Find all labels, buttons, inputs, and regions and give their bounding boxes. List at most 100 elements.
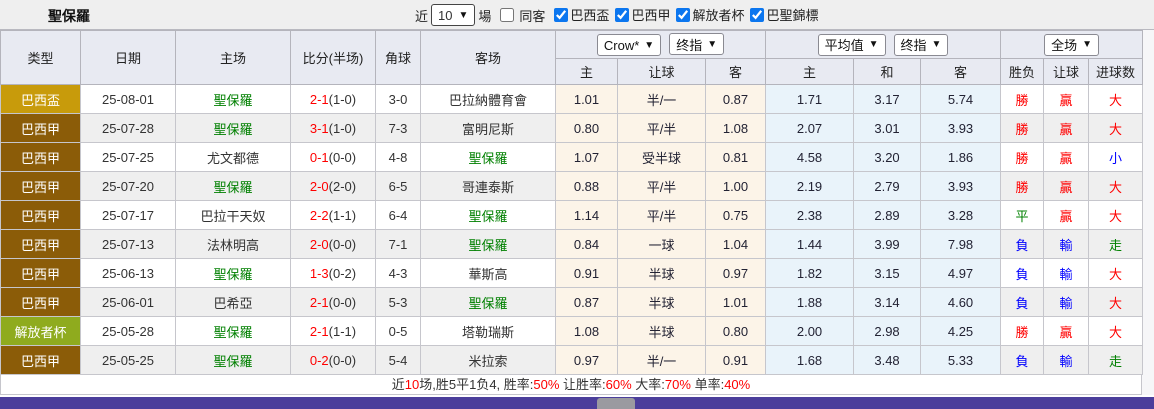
crow-odds-stage-select[interactable]: 终指 ▼: [669, 33, 725, 55]
result-handicap: 輸: [1043, 229, 1090, 259]
away-team-link[interactable]: 巴拉納體育會: [420, 84, 556, 114]
halftime-score: (0-2): [328, 265, 357, 281]
away-team-link[interactable]: 聖保羅: [420, 287, 556, 317]
chevron-down-icon: ▼: [1082, 39, 1092, 50]
away-team-link[interactable]: 米拉索: [420, 345, 556, 375]
fulltime-score: 2-1: [309, 91, 329, 107]
summary-stat-value: 40%: [724, 377, 751, 392]
chevron-down-icon: ▼: [707, 38, 718, 50]
fulltime-score: 2-0: [309, 178, 329, 194]
score-cell: 2-1(1-0): [290, 84, 376, 114]
result-handicap: 贏: [1043, 171, 1090, 201]
corner-cell: 5-3: [375, 287, 421, 317]
result-handicap: 贏: [1043, 113, 1090, 143]
halftime-score: (0-0): [328, 352, 357, 368]
fulltime-score: 2-0: [309, 236, 329, 252]
result-handicap: 贏: [1043, 316, 1090, 346]
bottom-bar-handle[interactable]: [597, 398, 635, 409]
crow-home-odds: 0.80: [555, 113, 618, 143]
score-cell: 2-2(1-1): [290, 200, 376, 230]
league-type-cell[interactable]: 巴西甲: [0, 171, 81, 201]
header-row-selects: 类型 日期 主场 比分(半场) 角球 客场 Crow* ▼ 终指 ▼ 平均值 ▼ 终指 ▼ …: [0, 30, 1144, 85]
fulltime-select[interactable]: 全场 ▼: [1044, 33, 1099, 56]
home-team-link[interactable]: 聖保羅: [175, 345, 291, 375]
fulltime-score: 0-2: [309, 352, 329, 368]
away-team-link[interactable]: 華斯高: [420, 258, 556, 288]
col-header-crow-away: 客: [704, 58, 767, 85]
home-team-link[interactable]: 聖保羅: [175, 171, 291, 201]
score-cell: 0-1(0-0): [290, 142, 376, 172]
average-select[interactable]: 平均值 ▼: [817, 33, 886, 56]
match-table: 类型 日期 主场 比分(半场) 角球 客场 Crow* ▼ 终指 ▼ 平均值 ▼ 终指 ▼ …: [0, 30, 1144, 375]
away-team-link[interactable]: 哥連泰斯: [420, 171, 556, 201]
score-cell: 2-0(0-0): [290, 229, 376, 259]
league-type-cell[interactable]: 巴西甲: [0, 142, 81, 172]
away-team-link[interactable]: 聖保羅: [420, 142, 556, 172]
league-type-cell[interactable]: 巴西甲: [0, 200, 81, 230]
result-outcome: 勝: [1000, 171, 1045, 201]
away-team-link[interactable]: 富明尼斯: [420, 113, 556, 143]
league-filter-checkbox[interactable]: [554, 7, 569, 22]
avg-away-odds: 5.74: [920, 84, 1002, 114]
match-row: 巴西甲 25-07-28 聖保羅 3-1(1-0) 7-3 富明尼斯 0.80 平/半 1.08…: [0, 113, 1144, 143]
date-cell: 25-06-01: [80, 287, 176, 317]
col-header-crow-handicap: 让球: [617, 58, 706, 85]
home-team-link[interactable]: 聖保羅: [175, 113, 291, 143]
league-type-cell[interactable]: 巴西甲: [0, 287, 81, 317]
chevron-down-icon: ▼: [868, 39, 879, 50]
col-header-avg-away: 客: [920, 58, 1002, 85]
away-team-link[interactable]: 塔勒瑞斯: [420, 316, 556, 346]
fulltime-score: 1-3: [309, 265, 329, 281]
date-cell: 25-07-25: [80, 142, 176, 172]
league-filter-checkbox[interactable]: [676, 7, 691, 22]
bookmaker-select[interactable]: Crow* ▼: [596, 34, 662, 56]
home-team-link[interactable]: 聖保羅: [175, 84, 291, 114]
summary-text: 让胜率:: [559, 377, 606, 392]
match-history-page: 聖保羅 近 10 ▼ 場 同客 巴西盃 巴西甲 解放者杯 巴聖錦標 类型 日期 主场: [0, 0, 1154, 409]
crow-away-odds: 1.00: [704, 171, 767, 201]
same-away-checkbox[interactable]: [500, 8, 515, 22]
result-goals: 走: [1088, 229, 1144, 259]
col-header-corner: 角球: [375, 30, 421, 85]
league-type-cell[interactable]: 解放者杯: [0, 316, 81, 346]
result-outcome: 負: [1000, 287, 1045, 317]
league-type-cell[interactable]: 巴西甲: [0, 345, 81, 375]
date-cell: 25-07-28: [80, 113, 176, 143]
result-outcome: 負: [1000, 258, 1045, 288]
home-team-link[interactable]: 巴希亞: [175, 287, 291, 317]
col-header-date: 日期: [80, 30, 176, 85]
crow-away-odds: 0.97: [704, 258, 767, 288]
home-team-link[interactable]: 法林明高: [175, 229, 291, 259]
home-team-link[interactable]: 尤文都德: [175, 142, 291, 172]
crow-home-odds: 1.14: [555, 200, 618, 230]
result-goals: 大: [1088, 84, 1144, 114]
crow-home-odds: 0.84: [555, 229, 618, 259]
crow-handicap: 半球: [617, 287, 706, 317]
avg-away-odds: 4.97: [920, 258, 1002, 288]
home-team-link[interactable]: 巴拉干天奴: [175, 200, 291, 230]
halftime-score: (2-0): [328, 178, 357, 194]
league-filter-checkbox[interactable]: [750, 7, 765, 22]
home-team-link[interactable]: 聖保羅: [175, 258, 291, 288]
league-filter-checkbox[interactable]: [615, 7, 630, 22]
avg-draw-odds: 3.15: [853, 258, 922, 288]
avg-home-odds: 1.88: [765, 287, 855, 317]
crow-away-odds: 0.91: [704, 345, 767, 375]
league-type-cell[interactable]: 巴西甲: [0, 258, 81, 288]
match-rows: 巴西盃 25-08-01 聖保羅 2-1(1-0) 3-0 巴拉納體育會 1.01 半/一 0.…: [0, 84, 1144, 375]
league-filter-label: 巴西盃: [570, 8, 610, 24]
col-header-avg-draw: 和: [853, 58, 922, 85]
league-filter-list: 巴西盃 巴西甲 解放者杯 巴聖錦標: [548, 5, 818, 25]
average-odds-stage-select[interactable]: 终指 ▼: [893, 33, 949, 56]
recent-count-select[interactable]: 10 ▼: [431, 4, 476, 26]
league-type-cell[interactable]: 巴西甲: [0, 113, 81, 143]
col-header-type: 类型: [0, 30, 81, 85]
away-team-link[interactable]: 聖保羅: [420, 200, 556, 230]
league-type-cell[interactable]: 巴西盃: [0, 84, 81, 114]
home-team-link[interactable]: 聖保羅: [175, 316, 291, 346]
crow-home-odds: 0.87: [555, 287, 618, 317]
away-team-link[interactable]: 聖保羅: [420, 229, 556, 259]
score-cell: 1-3(0-2): [290, 258, 376, 288]
avg-home-odds: 2.38: [765, 200, 855, 230]
league-type-cell[interactable]: 巴西甲: [0, 229, 81, 259]
